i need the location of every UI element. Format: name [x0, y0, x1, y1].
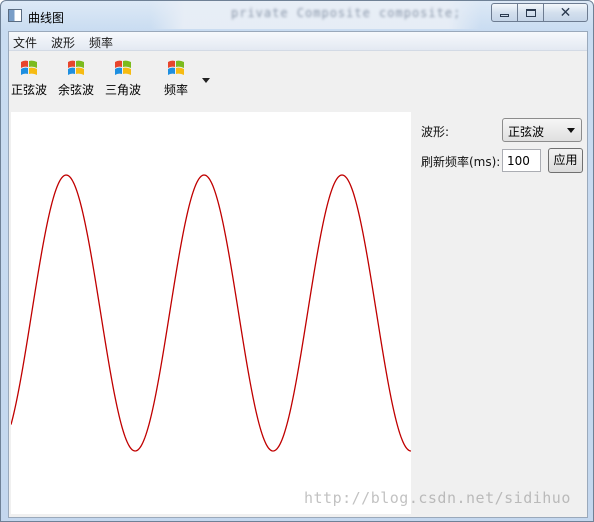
tool-triangle-button[interactable]: 三角波: [105, 58, 141, 98]
background-code-text: private Composite composite;: [231, 6, 462, 20]
maximize-button[interactable]: [517, 3, 544, 22]
toolbar: 正弦波 余弦波 三角波 频率: [9, 51, 587, 107]
frequency-dropdown-arrow-icon[interactable]: [202, 78, 210, 83]
tool-frequency-label: 频率: [164, 83, 189, 97]
app-icon: [8, 9, 22, 22]
waveform-label: 波形:: [421, 125, 450, 139]
menu-file[interactable]: 文件: [13, 34, 37, 51]
tool-cosine-button[interactable]: 余弦波: [58, 58, 94, 98]
waveform-select-value: 正弦波: [508, 125, 545, 139]
close-icon: ✕: [559, 4, 572, 21]
waveform-select[interactable]: 正弦波: [502, 118, 582, 142]
plot-area: [11, 112, 411, 514]
windows-logo-icon: [168, 60, 184, 75]
maximize-icon: [525, 8, 536, 17]
waveform-curve: [11, 174, 411, 452]
refresh-rate-input[interactable]: 100: [502, 149, 541, 172]
tool-cosine-label: 余弦波: [58, 83, 95, 97]
minimize-button[interactable]: [491, 3, 518, 22]
tool-sine-button[interactable]: 正弦波: [11, 58, 47, 98]
tool-triangle-label: 三角波: [105, 83, 142, 97]
waveform-chart: [11, 174, 411, 452]
minimize-icon: [500, 14, 509, 17]
window-title: 曲线图: [28, 11, 65, 25]
close-button[interactable]: ✕: [543, 3, 588, 22]
tool-sine-label: 正弦波: [11, 83, 48, 97]
client-area: 文件 波形 频率 正弦波 余弦波 三角波 频率 波形: 正弦波 刷新频率(ms)…: [8, 31, 588, 518]
background-window-blur: private Composite composite;: [151, 1, 481, 29]
watermark-text: http://blog.csdn.net/sidihuo: [304, 489, 571, 507]
app-window: private Composite composite; 曲线图 ✕ 文件 波形…: [0, 0, 594, 522]
apply-button[interactable]: 应用: [548, 148, 583, 173]
windows-logo-icon: [21, 60, 37, 75]
windows-logo-icon: [115, 60, 131, 75]
tool-frequency-button[interactable]: 频率: [164, 58, 188, 98]
chevron-down-icon: [567, 128, 575, 133]
windows-logo-icon: [68, 60, 84, 75]
title-bar[interactable]: private Composite composite; 曲线图 ✕: [1, 1, 593, 31]
menu-bar: 文件 波形 频率: [9, 32, 587, 51]
menu-waveform[interactable]: 波形: [51, 34, 75, 51]
menu-frequency[interactable]: 频率: [89, 34, 113, 51]
refresh-rate-label: 刷新频率(ms):: [421, 155, 501, 169]
